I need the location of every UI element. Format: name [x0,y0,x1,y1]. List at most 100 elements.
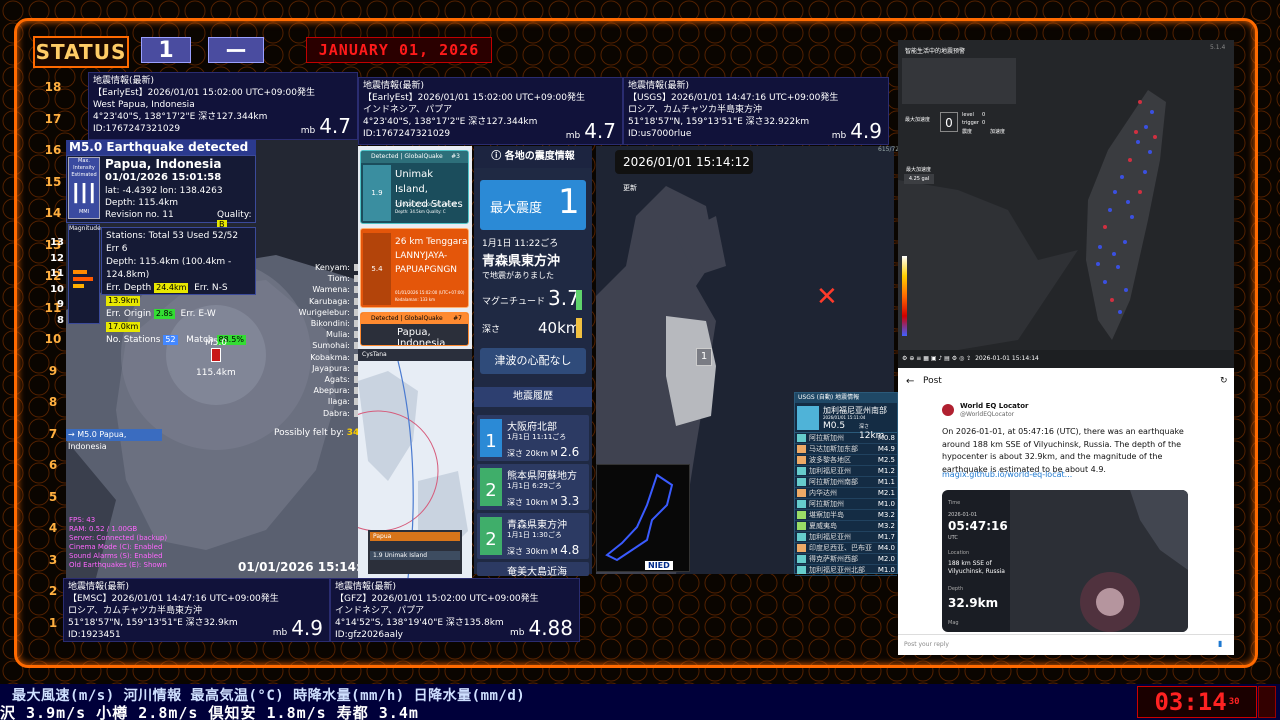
intensity-pin[interactable]: 1 [696,348,712,366]
history-row[interactable]: 奄美大島近海 [477,562,589,578]
mag-prefix: M [550,498,558,507]
err-depth-label: Err. Depth [106,283,152,293]
layers-icon[interactable]: ≡ [916,355,921,362]
gq-card-1[interactable]: Detected | GlobalQuake #3 1.9 Unimak Isla… [360,150,469,224]
chart-icon[interactable]: ▤ [944,355,950,362]
intensity-scale: 18 17 16 15 14 13 12 11 10 9 8 7 6 5 4 3… [40,74,66,644]
status-box-2[interactable]: ー [208,37,264,65]
status-line: Cinema Mode (C): Enabled [69,543,163,551]
post-link[interactable]: magix.github.io/world-eq-locat... [942,470,1072,479]
mini-event: 1.9 Unimak Island [370,551,460,560]
mini-event: Papua [370,532,460,541]
mb-label: mb [272,628,288,638]
tw-color-scale [902,256,907,336]
magnitude-readout: mb 4.9 [272,618,323,639]
usgs-row[interactable]: 得克萨斯州西部 M2.0 [795,554,897,565]
usgs-row[interactable]: 加利福尼亚州 M1.2 [795,466,897,477]
usgs-row[interactable]: 马达加斯加东部 M4.9 [795,444,897,455]
card-time-label: Time [948,500,961,506]
status-box-1[interactable]: 1 [141,37,191,63]
card-loc: 188 km SSE of Vilyuchinsk, Russia [948,560,1005,575]
history-int: 2 [480,517,502,555]
usgs-row[interactable]: 阿拉斯加州南部 M1.1 [795,477,897,488]
reply-input[interactable]: Post your reply [904,641,949,648]
gear-icon[interactable]: ⚙ [902,355,907,362]
usgs-top-event[interactable]: 加利福尼亚州南部 2026/01/01 15:11:04 M0.5 深さ 12k… [795,403,897,441]
sound-icon[interactable]: ♪ [938,355,942,362]
usgs-row[interactable]: 加利福尼亚州 M1.7 [795,532,897,543]
err-ns: 13.9km [106,296,141,306]
back-arrow-icon[interactable]: ← [906,376,914,387]
settings-icon[interactable]: ⚙ [952,355,957,362]
tw-corner: 5.1.4 [1210,44,1226,51]
epicenter-marker[interactable]: M5.0 [198,338,234,370]
target-icon[interactable]: ⊕ [909,355,914,362]
mag-prefix: M [550,547,558,556]
grid-icon[interactable]: ▦ [923,355,929,362]
scale-mark: 4 [48,521,58,535]
map-icon[interactable]: ▣ [931,355,937,362]
history-row[interactable]: 2 青森県東方沖 1月1日 1:30ごろ 深さ 30km M 4.8 [477,513,589,559]
export-icon[interactable]: ⇪ [966,355,971,362]
usgs-row[interactable]: 波多黎各地区 M2.5 [795,455,897,466]
gq-card-3[interactable]: Detected | GlobalQuake #7 Papua, Indonesi… [360,312,469,346]
depth-prefix: 深さ [507,498,523,507]
meta-line: Kedalaman: 133 km [395,297,436,302]
mb-value: 4.9 [850,119,882,143]
felt-label: Possibly felt by: [274,428,344,438]
usgs-row[interactable]: 内华达州 M2.1 [795,488,897,499]
history-int: 1 [480,419,502,457]
station-dot [1134,130,1138,134]
usgs-row[interactable]: 堪察加半岛 M3.2 [795,510,897,521]
usgs-row-mag: M2.0 [877,554,895,563]
gq-card-2[interactable]: 5.4 26 km Tenggara LANNYJAYA- PAPUAPGNGN 0… [360,228,469,308]
usgs-row-mag: M1.0 [877,565,895,574]
max-intensity-box: 最大震度 1 [480,180,586,230]
card-loc-label: Location [948,550,970,556]
magnitude-readout: mb 4.9 [832,121,882,142]
usgs-row-icon [797,478,806,486]
tw-speed-value: 4.25 gal [904,174,934,184]
meta-line: 01/01/2026 15:02:00 (UTC+07:00) [395,290,465,295]
usgs-rows: 阿拉斯加州 M0.8 马达加斯加东部 M4.9 波多黎各地区 M2.5 加利福尼亚州 M1.2… [795,433,897,576]
usgs-row[interactable]: 印度尼西亚、巴布亚 M4.0 [795,543,897,554]
post-handle[interactable]: @WorldEQLocator [960,411,1014,418]
card-depth: 32.9km [948,596,999,610]
attach-icon[interactable]: ▮ [1218,639,1222,648]
usgs-row-place: 堪察加半岛 [809,510,844,519]
history-meta: 深さ 10km M 3.3 [507,494,579,508]
usgs-row[interactable]: 阿拉斯加州 M1.0 [795,499,897,510]
quake-info-earlyest-jp: 地震情報(最新) 【EarlyEst】2026/01/01 15:02:00 U… [358,77,623,145]
usgs-row[interactable]: 加利福尼亚州北部 M1.0 [795,565,897,576]
station-dot [1110,298,1114,302]
place-item: Mulia: [270,329,358,340]
history-row[interactable]: 1 大阪府北部 1月1日 11:11ごろ 深さ 20km M 2.6 [477,415,589,461]
history-row[interactable]: 2 熊本県阿蘇地方 1月1日 6:29ごろ 深さ 10km M 3.3 [477,464,589,510]
usgs-row-mag: M1.0 [877,499,895,508]
place-name: Dabra: [322,408,350,418]
epicenter-depth: 115.4km [196,368,236,378]
reply-bar[interactable]: Post your reply ▮ [898,634,1234,655]
post-author[interactable]: World EQ Locator [960,402,1029,410]
magnitude-bar [73,270,87,274]
err-ew: 17.0km [106,322,141,332]
quake-info-usgs: 地震情報(最新) 【USGS】2026/01/01 14:47:16 UTC+0… [623,77,889,145]
place-line: 26 km Tenggara [395,237,468,247]
gq-err-row: Err. Origin 2.8s Err. E-W 17.0km [106,308,251,334]
station-dot [1118,310,1122,314]
err-origin-label: Err. Origin [106,309,152,319]
place-name: Agats: [324,375,350,385]
avatar[interactable] [942,404,954,416]
card-num: #7 [453,315,462,322]
quake-info-emsc: 地震情報(最新) 【EMSC】2026/01/01 14:47:16 UTC+0… [63,578,330,642]
usgs-row[interactable]: 夏威夷岛 M3.2 [795,521,897,532]
usgs-row-mag: M1.7 [877,532,895,541]
gq-event-list-item[interactable]: → M5.0 Papua, Indonesia [66,429,162,451]
card-place: 26 km Tenggara LANNYJAYA- PAPUAPGNGN [395,235,468,277]
post-image-card[interactable]: Time 2026-01-01 05:47:16 UTC Location 18… [942,490,1188,632]
info-line: 【EMSC】2026/01/01 14:47:16 UTC+09:00発生 [68,594,279,604]
alert-icon[interactable]: ◎ [959,355,964,362]
usgs-row-mag: M2.1 [877,488,895,497]
refresh-icon[interactable]: ↻ [1220,376,1228,386]
usgs-row-place: 加利福尼亚州 [809,466,851,475]
